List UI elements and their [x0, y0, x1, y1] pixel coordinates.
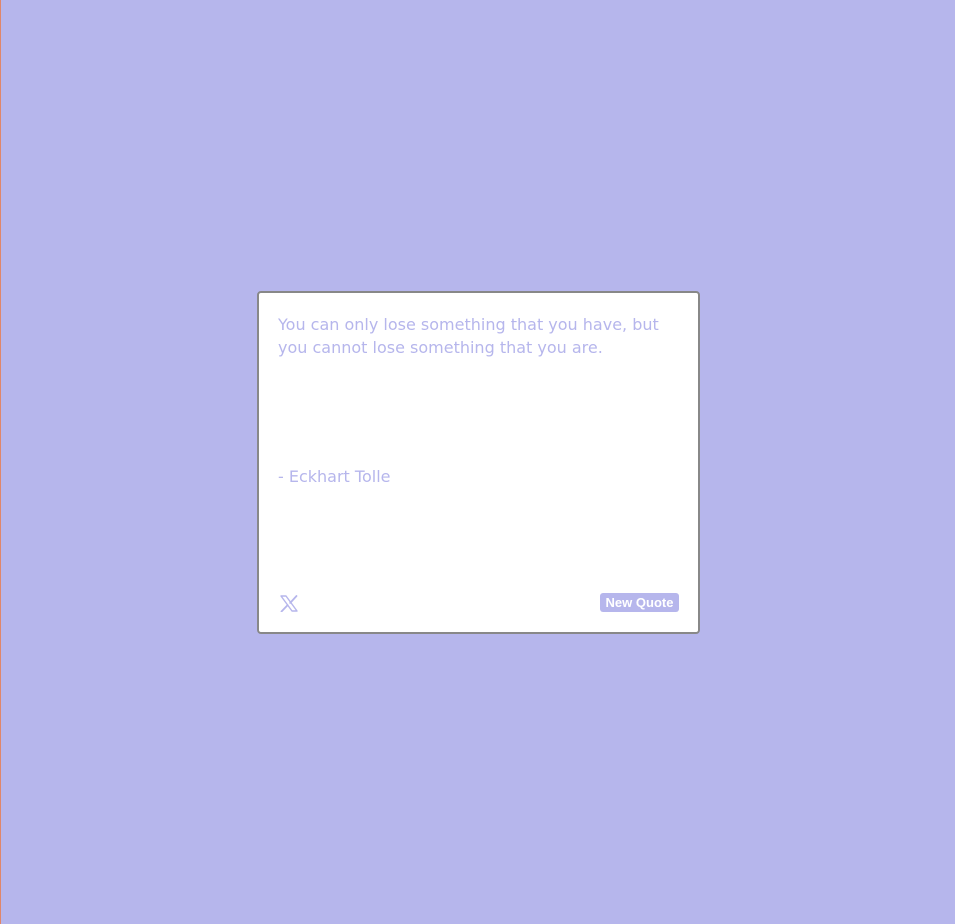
left-edge-line — [0, 0, 1, 924]
new-quote-button[interactable]: New Quote — [600, 593, 679, 612]
tweet-quote-link[interactable] — [279, 593, 299, 613]
x-logo-icon — [280, 594, 298, 612]
quote-text: You can only lose something that you hav… — [278, 315, 659, 357]
quote-box: You can only lose something that you hav… — [257, 291, 700, 634]
quote-author: - Eckhart Tolle — [278, 467, 391, 486]
